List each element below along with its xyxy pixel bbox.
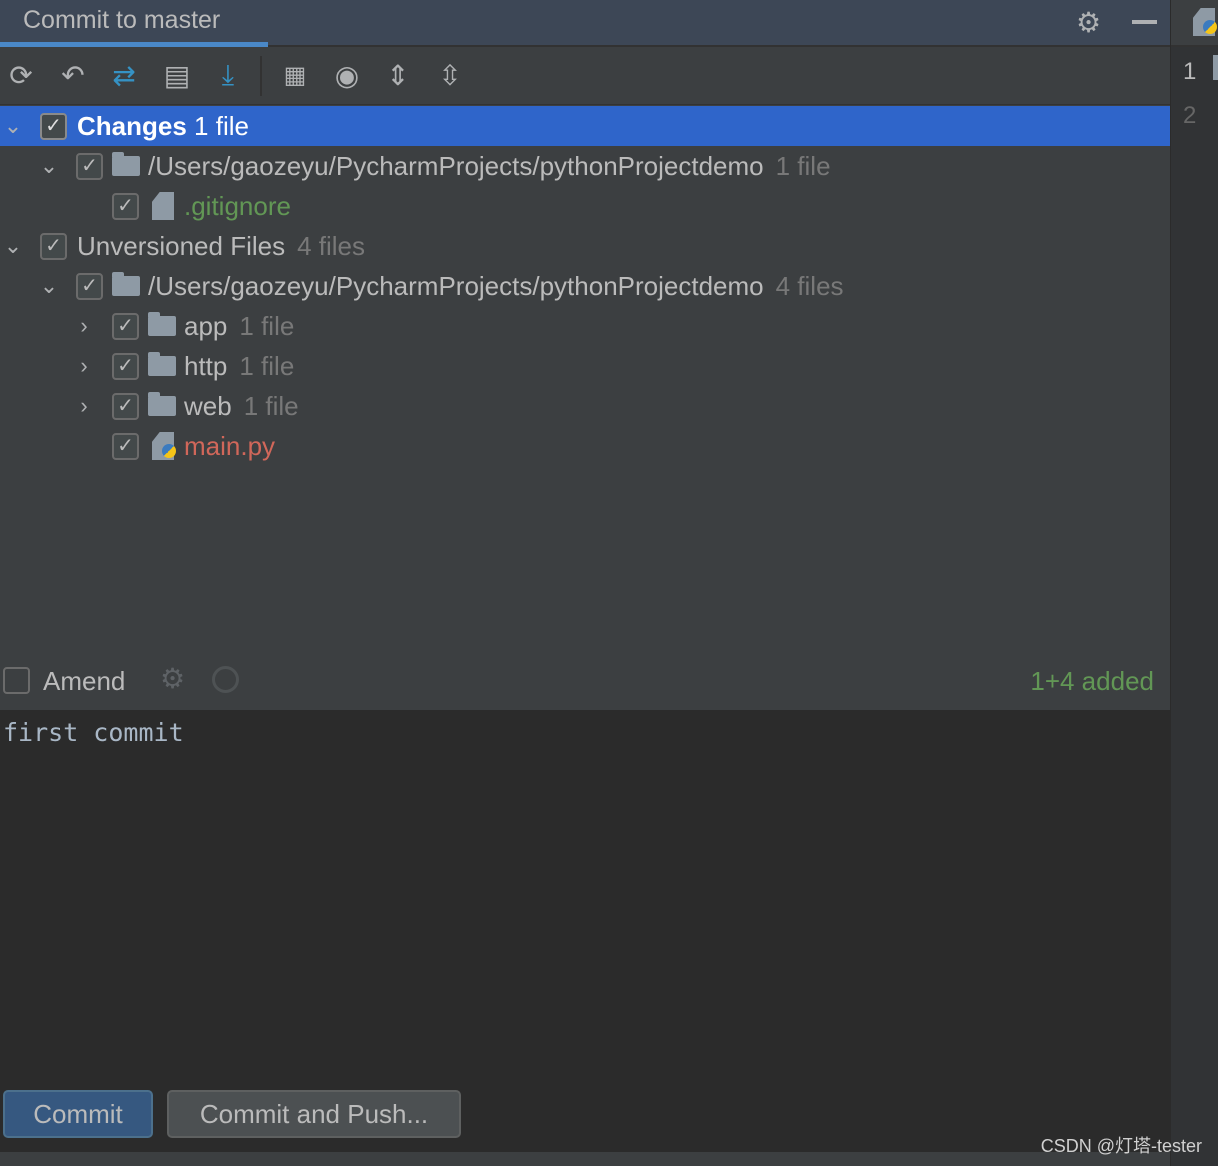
checkbox[interactable]: ✓ — [112, 352, 139, 380]
caret-marker — [1213, 55, 1218, 80]
commit-and-push-label: Commit and Push... — [199, 1098, 429, 1129]
bottom-strip — [0, 1152, 1170, 1166]
line-number: 2 — [1183, 102, 1197, 129]
tree-node-unversioned[interactable]: ⌄ ✓ Unversioned Files 4 files — [0, 226, 1170, 266]
chevron-down-icon[interactable]: ⌄ — [3, 113, 23, 139]
folder-icon — [148, 392, 176, 416]
diff-icon[interactable]: ⇄ — [107, 58, 141, 92]
amend-checkbox[interactable] — [3, 667, 30, 694]
ignored-file-icon — [152, 192, 174, 220]
checkbox[interactable]: ✓ — [112, 432, 139, 460]
update-icon[interactable]: ⤓ — [211, 58, 245, 92]
rollback-icon[interactable]: ↶ — [56, 58, 90, 92]
node-label: web — [184, 390, 232, 421]
chevron-right-icon[interactable]: › — [74, 313, 94, 339]
chevron-right-icon[interactable]: › — [74, 353, 94, 379]
chevron-down-icon[interactable]: ⌄ — [39, 153, 59, 179]
history-clock-icon[interactable] — [212, 666, 239, 693]
node-label: http — [184, 350, 228, 381]
amend-row: Amend ⚙ 1+4 added — [0, 660, 1170, 708]
toolbar-separator — [260, 56, 262, 96]
node-label: /Users/gaozeyu/PycharmProjects/pythonPro… — [148, 150, 764, 181]
node-label: main.py — [184, 430, 276, 461]
commit-button-label: Commit — [33, 1098, 123, 1129]
tree-node-changes[interactable]: ⌄ ✓ Changes 1 file — [0, 106, 1170, 146]
amend-label: Amend — [43, 666, 126, 696]
folder-icon — [112, 152, 140, 176]
checkbox[interactable]: ✓ — [112, 192, 139, 220]
checkbox[interactable]: ✓ — [40, 112, 67, 140]
changes-status: 1+4 added — [1030, 666, 1154, 696]
node-label: Unversioned Files — [77, 230, 286, 261]
view-options-icon[interactable]: ◉ — [330, 58, 364, 92]
node-count: 1 file — [194, 110, 249, 141]
node-label: app — [184, 310, 228, 341]
commit-message-text[interactable]: first commit — [3, 718, 184, 747]
tree-node-folder[interactable]: › ✓ app 1 file — [0, 306, 1170, 346]
refresh-icon[interactable]: ⟳ — [4, 58, 38, 92]
tool-window-header: Commit to master ⚙ — [0, 0, 1170, 47]
group-by-icon[interactable]: ▦ — [278, 58, 312, 92]
node-label: /Users/gaozeyu/PycharmProjects/pythonPro… — [148, 270, 764, 301]
tree-node-folder[interactable]: › ✓ web 1 file — [0, 386, 1170, 426]
python-icon — [162, 444, 176, 458]
checkbox[interactable]: ✓ — [76, 272, 103, 300]
chevron-down-icon[interactable]: ⌄ — [3, 233, 23, 259]
file-tab[interactable] — [1171, 0, 1218, 47]
node-count: 1 file — [239, 350, 295, 381]
tree-node-folder[interactable]: › ✓ http 1 file — [0, 346, 1170, 386]
folder-icon — [148, 312, 176, 336]
changes-tree: ⌄ ✓ Changes 1 file ⌄ ✓ /Users/gaozeyu/Py… — [0, 106, 1170, 466]
node-label: .gitignore — [184, 190, 291, 221]
checkbox[interactable]: ✓ — [112, 312, 139, 340]
node-count: 4 files — [775, 270, 844, 301]
minimize-icon[interactable] — [1132, 20, 1157, 24]
commit-and-push-button[interactable]: Commit and Push... — [167, 1090, 461, 1138]
tab-title: Commit to master — [23, 6, 221, 34]
toolbar: ⟳ ↶ ⇄ ▤ ⤓ ▦ ◉ ⇕ ⇳ — [0, 48, 1170, 105]
chevron-down-icon[interactable]: ⌄ — [39, 273, 59, 299]
node-count: 1 file — [243, 390, 299, 421]
watermark: CSDN @灯塔-tester — [1040, 1136, 1202, 1156]
checkbox[interactable]: ✓ — [112, 392, 139, 420]
python-icon — [1203, 20, 1217, 34]
gear-icon[interactable]: ⚙ — [1076, 6, 1101, 39]
shelve-icon[interactable]: ▤ — [160, 58, 194, 92]
tree-node-file[interactable]: ✓ main.py — [0, 426, 1170, 466]
node-count: 1 file — [239, 310, 295, 341]
checkbox[interactable]: ✓ — [76, 152, 103, 180]
expand-all-icon[interactable]: ⇕ — [381, 58, 415, 92]
folder-icon — [148, 352, 176, 376]
tree-node-directory[interactable]: ⌄ ✓ /Users/gaozeyu/PycharmProjects/pytho… — [0, 266, 1170, 306]
chevron-right-icon[interactable]: › — [74, 393, 94, 419]
node-count: 1 file — [775, 150, 831, 181]
tab-commit[interactable]: Commit to master — [0, 0, 268, 47]
commit-button[interactable]: Commit — [3, 1090, 153, 1138]
tree-node-file[interactable]: ✓ .gitignore — [0, 186, 1170, 226]
node-label: Changes — [77, 110, 187, 141]
tree-node-directory[interactable]: ⌄ ✓ /Users/gaozeyu/PycharmProjects/pytho… — [0, 146, 1170, 186]
folder-icon — [112, 272, 140, 296]
checkbox[interactable]: ✓ — [40, 232, 67, 260]
node-count: 4 files — [297, 230, 366, 261]
collapse-all-icon[interactable]: ⇳ — [433, 58, 467, 92]
editor-gutter: 1 2 — [1170, 0, 1218, 1166]
gear-icon[interactable]: ⚙ — [160, 662, 185, 695]
line-number: 1 — [1183, 58, 1197, 85]
commit-message-editor[interactable]: first commit — [0, 710, 1170, 1152]
